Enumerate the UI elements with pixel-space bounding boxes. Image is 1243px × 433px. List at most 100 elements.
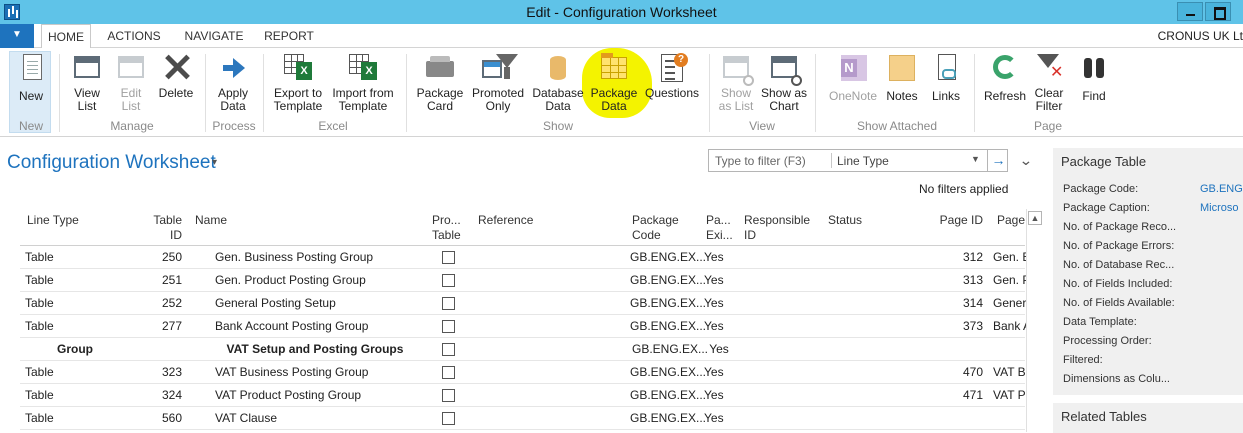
cell-package-exists[interactable]: Yes <box>704 296 734 310</box>
column-header-name[interactable]: Name <box>195 213 227 228</box>
cell-package-exists[interactable]: Yes <box>704 342 734 356</box>
cell-name[interactable]: VAT Clause <box>215 411 435 425</box>
column-header-package-exists[interactable]: Pa... Exi... <box>706 213 733 243</box>
promoted-table-checkbox[interactable] <box>442 389 455 402</box>
cell-table-id[interactable]: 324 <box>138 388 182 402</box>
cell-name[interactable]: VAT Setup and Posting Groups <box>205 342 425 356</box>
filter-input[interactable] <box>715 154 827 168</box>
onenote-button[interactable]: OneNote <box>826 52 880 103</box>
caret-down-icon[interactable]: ▾ <box>212 157 217 168</box>
column-header-package-code[interactable]: Package Code <box>632 213 679 243</box>
cell-package-code[interactable]: GB.ENG.EX... <box>630 365 710 379</box>
cell-package-code[interactable]: GB.ENG.EX... <box>630 296 710 310</box>
show-as-list-button[interactable]: Show as List <box>716 52 756 113</box>
cell-line-type[interactable]: Table <box>25 319 125 333</box>
notes-button[interactable]: Notes <box>884 52 920 103</box>
cell-table-id[interactable]: 251 <box>138 273 182 287</box>
cell-page-id[interactable]: 471 <box>935 388 983 402</box>
chevron-down-icon[interactable]: ⌄ <box>1019 152 1033 169</box>
cell-line-type[interactable]: Group <box>25 342 125 356</box>
cell-page-caption[interactable]: Genera <box>993 296 1026 310</box>
cell-package-code[interactable]: GB.ENG.EX... <box>630 388 710 402</box>
chevron-up-icon[interactable]: ▲ <box>1028 211 1042 225</box>
promoted-table-checkbox[interactable] <box>442 343 455 356</box>
page-title[interactable]: Configuration Worksheet <box>7 152 216 174</box>
cell-table-id[interactable]: 277 <box>138 319 182 333</box>
table-row[interactable]: Table 324 VAT Product Posting Group GB.ENG.… <box>20 384 1026 407</box>
cell-package-code[interactable]: GB.ENG.EX... <box>630 250 710 264</box>
cell-package-code[interactable]: GB.ENG.EX... <box>630 319 710 333</box>
import-from-template-button[interactable]: X Import from Template <box>330 52 396 113</box>
factbox-title[interactable]: Related Tables <box>1061 409 1147 424</box>
delete-button[interactable]: Delete <box>156 52 196 100</box>
cell-name[interactable]: VAT Business Posting Group <box>215 365 435 379</box>
cell-line-type[interactable]: Table <box>25 411 125 425</box>
table-row[interactable]: Table 323 VAT Business Posting Group GB.ENG… <box>20 361 1026 384</box>
cell-package-exists[interactable]: Yes <box>704 365 734 379</box>
tab-navigate[interactable]: NAVIGATE <box>176 24 252 49</box>
cell-line-type[interactable]: Table <box>25 250 125 264</box>
new-button[interactable]: New <box>12 52 50 103</box>
clear-filter-button[interactable]: Clear Filter <box>1032 52 1066 113</box>
cell-name[interactable]: Gen. Business Posting Group <box>215 250 435 264</box>
find-button[interactable]: Find <box>1076 52 1112 103</box>
cell-page-id[interactable]: 373 <box>935 319 983 333</box>
cell-package-code[interactable]: GB.ENG.EX... <box>630 411 710 425</box>
tab-report[interactable]: REPORT <box>258 24 320 49</box>
column-header-reference[interactable]: Reference <box>478 213 533 228</box>
cell-table-id[interactable]: 323 <box>138 365 182 379</box>
promoted-table-checkbox[interactable] <box>442 366 455 379</box>
table-row[interactable]: Group VAT Setup and Posting Groups GB.ENG.… <box>20 338 1025 361</box>
cell-table-id[interactable]: 250 <box>138 250 182 264</box>
promoted-table-checkbox[interactable] <box>442 320 455 333</box>
cell-line-type[interactable]: Table <box>25 388 125 402</box>
edit-list-button[interactable]: Edit List <box>112 52 150 113</box>
column-header-promoted-table[interactable]: Pro... Table <box>432 213 461 243</box>
export-to-template-button[interactable]: X Export to Template <box>270 52 326 113</box>
links-button[interactable]: Links <box>928 52 964 103</box>
cell-name[interactable]: General Posting Setup <box>215 296 435 310</box>
table-row[interactable]: Table 560 VAT Clause GB.ENG.EX... Yes <box>20 407 1025 430</box>
apply-data-button[interactable]: Apply Data <box>212 52 254 113</box>
promoted-table-checkbox[interactable] <box>442 251 455 264</box>
cell-line-type[interactable]: Table <box>25 365 125 379</box>
cell-table-id[interactable]: 560 <box>138 411 182 425</box>
cell-name[interactable]: VAT Product Posting Group <box>215 388 435 402</box>
cell-page-id[interactable]: 314 <box>935 296 983 310</box>
cell-package-exists[interactable]: Yes <box>704 273 734 287</box>
cell-package-code[interactable]: GB.ENG.EX... <box>630 273 710 287</box>
cell-name[interactable]: Gen. Product Posting Group <box>215 273 435 287</box>
table-row[interactable]: Table 252 General Posting Setup GB.ENG.EX..… <box>20 292 1026 315</box>
table-row[interactable]: Table 250 Gen. Business Posting Group GB.EN… <box>20 246 1026 269</box>
promoted-only-button[interactable]: Promoted Only <box>470 52 526 113</box>
cell-table-id[interactable]: 252 <box>138 296 182 310</box>
column-header-page-id[interactable]: Page ID <box>935 213 983 228</box>
cell-page-id[interactable]: 313 <box>935 273 983 287</box>
filter-field-select[interactable]: Line Type <box>837 154 889 168</box>
file-menu-button[interactable]: ▼ <box>0 24 34 48</box>
promoted-table-checkbox[interactable] <box>442 297 455 310</box>
maximize-button[interactable] <box>1205 2 1231 21</box>
cell-package-exists[interactable]: Yes <box>704 388 734 402</box>
tab-home[interactable]: HOME <box>41 24 91 49</box>
cell-page-caption[interactable]: Gen. B <box>993 250 1026 264</box>
view-list-button[interactable]: View List <box>68 52 106 113</box>
vertical-scrollbar[interactable]: ▲ <box>1026 209 1042 432</box>
cell-package-code[interactable]: GB.ENG.EX... <box>630 342 710 356</box>
chevron-down-icon[interactable]: ▼ <box>971 154 980 164</box>
column-header-responsible-id[interactable]: Responsible ID <box>744 213 810 243</box>
cell-name[interactable]: Bank Account Posting Group <box>215 319 435 333</box>
arrow-right-icon[interactable]: → <box>987 149 1009 172</box>
factbox-field-value[interactable]: Microso <box>1200 202 1239 214</box>
cell-page-id[interactable]: 470 <box>935 365 983 379</box>
package-data-button[interactable]: Package Data <box>589 52 639 113</box>
cell-page-caption[interactable]: VAT P <box>993 388 1026 402</box>
column-header-status[interactable]: Status <box>828 213 862 228</box>
cell-page-id[interactable]: 312 <box>935 250 983 264</box>
minimize-button[interactable] <box>1177 2 1203 21</box>
tab-actions[interactable]: ACTIONS <box>100 24 168 49</box>
package-card-button[interactable]: Package Card <box>415 52 465 113</box>
cell-package-exists[interactable]: Yes <box>704 411 734 425</box>
factbox-title[interactable]: Package Table <box>1061 154 1146 169</box>
cell-page-caption[interactable]: Gen. P <box>993 273 1026 287</box>
